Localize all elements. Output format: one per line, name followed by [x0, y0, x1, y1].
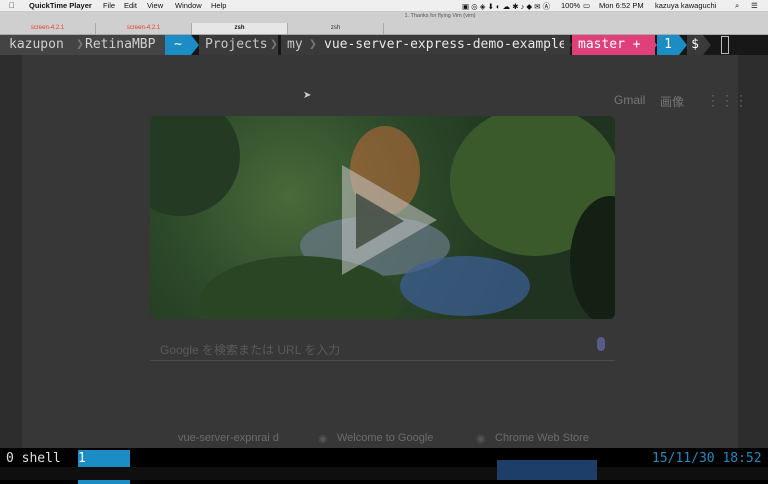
tab-zsh-active[interactable]: zsh	[192, 23, 288, 34]
prompt-path-0: Projects	[199, 35, 278, 55]
user-name[interactable]: kazuya kawaguchi	[655, 1, 716, 10]
google-icon: ◉	[318, 433, 328, 445]
battery-icon[interactable]: ▭	[583, 1, 590, 10]
shortcut-welcome-google[interactable]: Welcome to Google	[337, 432, 433, 444]
apple-icon[interactable]: 	[9, 1, 15, 10]
tmux-status-bar: 0 shell 1 serve 15/11/30 18:52	[0, 450, 768, 484]
clock[interactable]: Mon 6:52 PM	[599, 1, 644, 10]
app-name-menu[interactable]: QuickTime Player	[29, 1, 92, 10]
cursor	[721, 36, 729, 54]
images-link[interactable]: 画像	[660, 93, 684, 110]
battery-percent[interactable]: 100%	[561, 1, 580, 10]
prompt-symbol: $	[687, 35, 703, 55]
menu-window[interactable]: Window	[175, 1, 202, 10]
chrome-icon: ◉	[476, 433, 486, 445]
tmux-datetime: 15/11/30 18:52	[652, 451, 762, 466]
status-icons[interactable]: ▣ ◎ ◈ ⬇ ◐ ☁ ✱ ♪ ◆ ✉ Ⓐ	[462, 1, 550, 12]
microphone-icon[interactable]	[597, 337, 605, 351]
gmail-link[interactable]: Gmail	[614, 93, 645, 107]
tab-screen-2[interactable]: screen-4.2.1	[96, 23, 192, 34]
list-icon[interactable]: ☰	[751, 1, 758, 10]
search-icon[interactable]: ⌕	[735, 1, 739, 11]
prompt-host: RetinaMBP	[85, 35, 165, 55]
terminal-prompt: kazupon ❯ RetinaMBP ~ Projects ❯ my ❯ vu…	[0, 35, 768, 55]
tmux-window-0[interactable]: 0 shell	[6, 450, 61, 467]
menu-view[interactable]: View	[147, 1, 163, 10]
menu-help[interactable]: Help	[211, 1, 226, 10]
prompt-path-2: vue-server-express-demo-example	[318, 35, 570, 55]
tab-screen-1[interactable]: screen-4.2.1	[0, 23, 96, 34]
play-icon-inner	[356, 193, 404, 249]
prompt-home: ~	[165, 35, 191, 55]
mouse-cursor-icon: ➤	[303, 90, 312, 101]
jobs-count: 1	[657, 35, 679, 55]
apps-grid-icon[interactable]: ⋮⋮⋮	[706, 92, 748, 109]
terminal-tab-strip: 1. Thanks for flying Vim (vim) screen-4.…	[0, 12, 768, 35]
prompt-user: kazupon	[0, 35, 85, 55]
menubar:  QuickTime Player File Edit View Window…	[0, 0, 768, 12]
menu-file[interactable]: File	[103, 1, 115, 10]
menu-edit[interactable]: Edit	[124, 1, 137, 10]
search-input[interactable]: Google を検索または URL を入力	[160, 341, 340, 358]
dock-thumbnail	[497, 460, 597, 480]
tab-zsh[interactable]: zsh	[288, 23, 384, 34]
shortcut-vue-server[interactable]: vue-server-expnrai d	[178, 432, 279, 444]
shortcut-chrome-web-store[interactable]: Chrome Web Store	[495, 432, 589, 444]
bottom-strip	[0, 467, 768, 480]
window-title: 1. Thanks for flying Vim (vim)	[404, 13, 476, 19]
git-branch: master +	[572, 35, 655, 55]
